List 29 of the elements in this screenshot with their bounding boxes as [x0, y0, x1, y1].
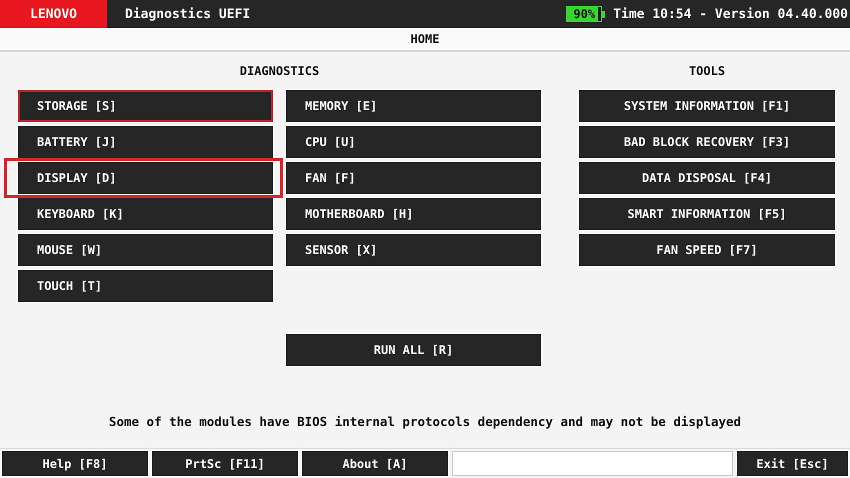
run-all-button[interactable]: RUN ALL [R] — [286, 334, 541, 366]
diagnostic-button[interactable]: KEYBOARD [K] — [18, 198, 273, 230]
diagnostic-button[interactable]: FAN SPEED [F7] — [579, 234, 835, 266]
diagnostic-button[interactable]: STORAGE [S] — [18, 90, 273, 122]
section-heading: TOOLS — [688, 64, 726, 80]
exit-button[interactable]: Exit [Esc] — [737, 451, 848, 476]
diagnostic-button[interactable]: CPU [U] — [286, 126, 541, 158]
brand-logo: LENOVO — [0, 0, 107, 28]
diagnostic-button[interactable]: DATA DISPOSAL [F4] — [579, 162, 835, 194]
diagnostic-button[interactable]: MEMORY [E] — [286, 90, 541, 122]
diagnostic-button[interactable]: DISPLAY [D] — [18, 162, 273, 194]
diagnostic-button[interactable]: SYSTEM INFORMATION [F1] — [579, 90, 835, 122]
diagnostic-button[interactable]: MOUSE [W] — [18, 234, 273, 266]
diagnostic-button[interactable]: MOTHERBOARD [H] — [286, 198, 541, 230]
battery-indicator: 90% — [566, 6, 606, 22]
app-title: Diagnostics UEFI — [125, 6, 252, 22]
footer-button[interactable]: Help [F8] — [2, 451, 148, 476]
page-title: HOME — [0, 28, 850, 52]
diagnostic-button[interactable]: BATTERY [J] — [18, 126, 273, 158]
time-version: Time 10:54 - Version 04.40.000 — [613, 6, 848, 22]
diagnostic-button[interactable]: SENSOR [X] — [286, 234, 541, 266]
diagnostic-button[interactable]: SMART INFORMATION [F5] — [579, 198, 835, 230]
section-heading: DIAGNOSTICS — [240, 64, 320, 80]
footer-button[interactable]: About [A] — [302, 451, 448, 476]
diagnostic-button[interactable]: TOUCH [T] — [18, 270, 273, 302]
diagnostic-button[interactable]: FAN [F] — [286, 162, 541, 194]
info-note: Some of the modules have BIOS internal protocols dependency and may not be displayed — [108, 413, 742, 431]
diagnostic-button[interactable]: BAD BLOCK RECOVERY [F3] — [579, 126, 835, 158]
footer-button[interactable]: PrtSc [F11] — [152, 451, 298, 476]
